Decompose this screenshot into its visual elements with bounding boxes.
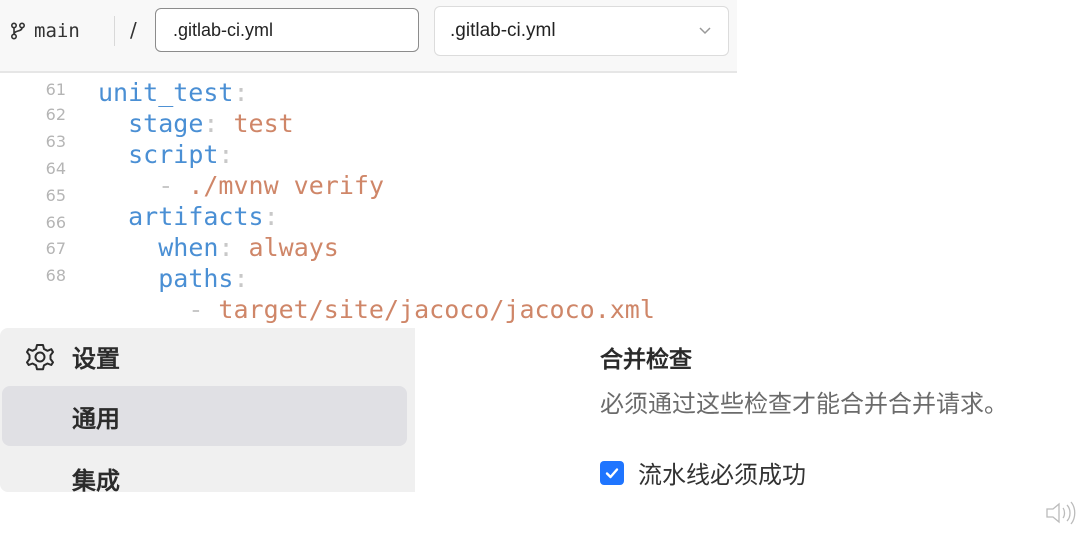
checkmark-icon [605, 467, 619, 478]
code-text: script: [98, 140, 233, 170]
yaml-value: ./mvnw verify [188, 171, 384, 200]
code-text: artifacts: [98, 202, 279, 232]
yaml-value: test [218, 109, 294, 138]
line-number: 62 [45, 105, 66, 124]
yaml-key: script [128, 140, 219, 169]
code-line: - target/site/jacoco/jacoco.xml [0, 295, 737, 326]
code-line: artifacts: [0, 202, 737, 233]
sidebar-header-settings[interactable]: 设置 [24, 339, 120, 374]
chevron-down-icon [699, 27, 711, 35]
sidebar-item-label: 集成 [72, 466, 120, 493]
yaml-colon: : [233, 78, 249, 107]
yaml-key: unit_test [98, 78, 234, 107]
sidebar-item-integrations[interactable]: 集成 [2, 448, 407, 493]
code-text: - target/site/jacoco/jacoco.xml [98, 295, 655, 325]
code-line: stage: test [0, 109, 737, 140]
merge-checks-title: 合并检查 [600, 347, 692, 373]
line-number: 63 [45, 132, 66, 151]
code-line: - ./mvnw verify [0, 171, 737, 202]
yaml-key: artifacts [128, 202, 264, 231]
sidebar-item-label: 通用 [72, 404, 120, 433]
yaml-list-dash: - [188, 295, 219, 324]
pipeline-must-succeed-checkbox[interactable] [600, 460, 624, 485]
yaml-key: when [158, 233, 219, 262]
merge-checks-description: 必须通过这些检查才能合并合并请求。 [600, 390, 1008, 418]
line-number: 61 [45, 80, 66, 99]
yaml-key: stage [128, 109, 204, 138]
line-number: 66 [45, 213, 66, 232]
divider [114, 16, 115, 46]
sidebar-header-label: 设置 [72, 345, 120, 373]
yaml-colon: : [218, 233, 234, 262]
pipeline-must-succeed-option[interactable]: 流水线必须成功 [600, 455, 806, 490]
checkbox-label: 流水线必须成功 [638, 461, 806, 489]
path-separator: / [130, 18, 137, 42]
line-number: 64 [45, 159, 66, 178]
code-text: when: always [98, 233, 339, 263]
code-line: script: [0, 140, 737, 171]
code-editor[interactable]: unit_test: stage: test script: - ./mvnw … [0, 78, 737, 326]
yaml-key: paths [158, 264, 234, 293]
settings-sidebar: 设置 通用 集成 [0, 328, 415, 492]
code-line: paths: [0, 264, 737, 295]
yaml-value: always [233, 233, 339, 262]
yaml-colon: : [218, 140, 234, 169]
code-text: stage: test [98, 109, 294, 139]
yaml-colon: : [233, 264, 249, 293]
yaml-colon: : [263, 202, 279, 231]
sidebar-item-general[interactable]: 通用 [2, 386, 407, 446]
line-number: 68 [45, 266, 66, 285]
speaker-icon [1046, 501, 1076, 525]
yaml-colon: : [203, 109, 219, 138]
code-text: paths: [98, 264, 249, 294]
code-text: unit_test: [98, 78, 249, 108]
gear-icon [26, 343, 54, 370]
git-branch-icon [10, 22, 26, 40]
filename-input[interactable] [155, 8, 419, 52]
code-line: unit_test: [0, 78, 737, 109]
yaml-value: target/site/jacoco/jacoco.xml [218, 295, 655, 324]
yaml-list-dash: - [158, 171, 189, 200]
code-text: - ./mvnw verify [98, 171, 384, 201]
merge-checks-section: 合并检查 必须通过这些检查才能合并合并请求。 [600, 340, 1070, 419]
template-select[interactable]: .gitlab-ci.yml [434, 6, 729, 56]
file-header-bar: main / .gitlab-ci.yml [0, 0, 737, 73]
line-number: 67 [45, 239, 66, 258]
template-select-value: .gitlab-ci.yml [450, 20, 556, 41]
line-number: 65 [45, 186, 66, 205]
branch-selector[interactable]: main [10, 18, 80, 44]
code-line: when: always [0, 233, 737, 264]
branch-name: main [34, 20, 80, 42]
